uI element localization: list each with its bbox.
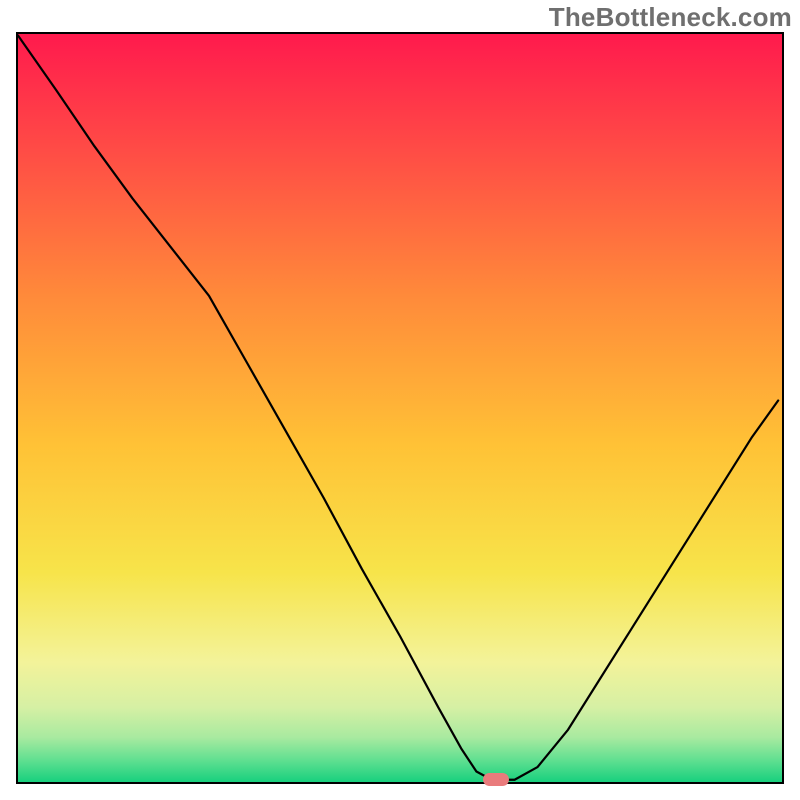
plot-svg: [18, 34, 782, 782]
optimal-marker: [483, 773, 509, 786]
background-gradient-rect: [18, 34, 782, 782]
watermark-text: TheBottleneck.com: [549, 2, 792, 33]
bottleneck-chart: TheBottleneck.com: [0, 0, 800, 800]
plot-frame: [16, 32, 784, 784]
